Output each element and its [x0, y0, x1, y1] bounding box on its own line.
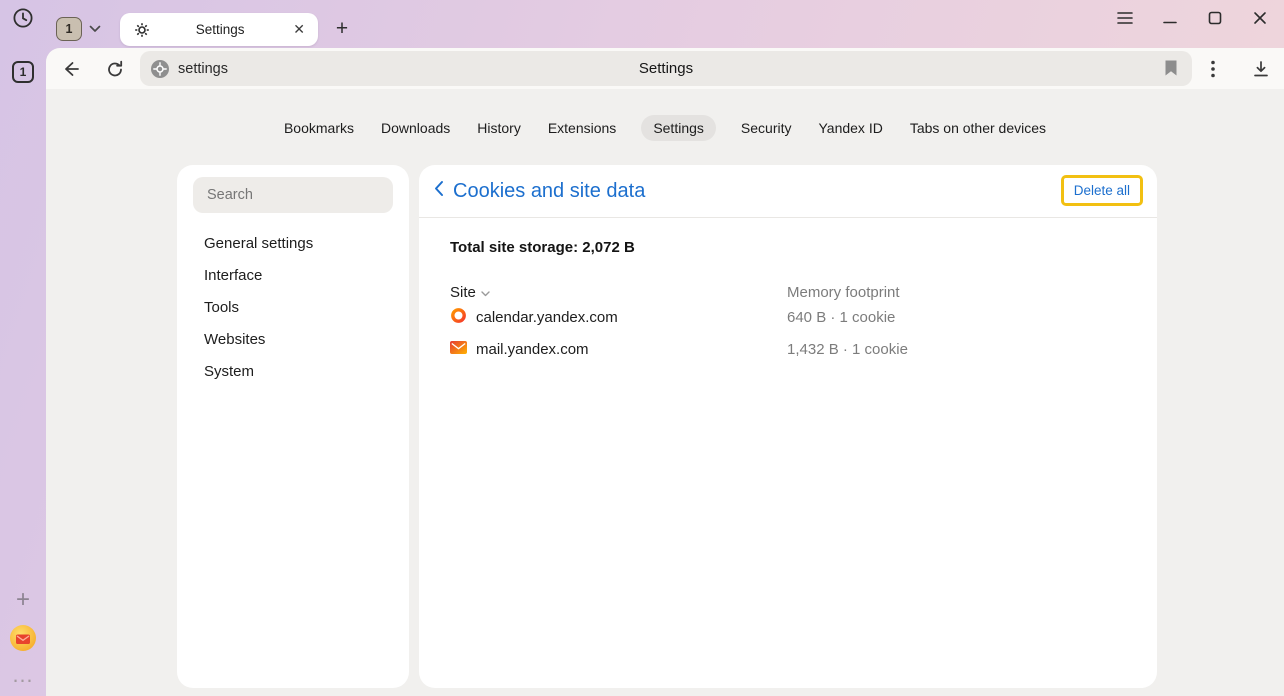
settings-top-nav: Bookmarks Downloads History Extensions S…: [46, 115, 1284, 141]
nav-tabs-other-devices[interactable]: Tabs on other devices: [908, 115, 1048, 141]
back-icon[interactable]: [58, 56, 84, 82]
side-rail: 1 + …: [0, 47, 46, 696]
gear-icon: [134, 22, 150, 38]
nav-downloads[interactable]: Downloads: [379, 115, 452, 141]
page-favicon: [150, 59, 170, 79]
reload-icon[interactable]: [102, 56, 128, 82]
rail-add-icon[interactable]: +: [0, 586, 46, 614]
site-name: calendar.yandex.com: [476, 309, 618, 326]
chevron-left-icon: [434, 180, 444, 202]
cookies-title: Cookies and site data: [453, 180, 645, 203]
sidebar-item-websites[interactable]: Websites: [177, 324, 409, 356]
close-tab-icon[interactable]: ✕: [290, 21, 308, 38]
back-to-settings-link[interactable]: Cookies and site data: [434, 180, 645, 203]
sidebar-item-general-settings[interactable]: General settings: [177, 228, 409, 260]
nav-settings[interactable]: Settings: [641, 115, 716, 141]
sidebar-item-system[interactable]: System: [177, 356, 409, 388]
nav-extensions[interactable]: Extensions: [546, 115, 618, 141]
delete-all-button[interactable]: Delete all: [1061, 175, 1143, 206]
cookies-panel: Cookies and site data Delete all Total s…: [419, 165, 1157, 688]
download-icon[interactable]: [1248, 56, 1274, 82]
minimize-icon[interactable]: [1160, 8, 1180, 28]
nav-history[interactable]: History: [475, 115, 523, 141]
search-box[interactable]: [193, 177, 393, 213]
yandex-mail-icon[interactable]: [9, 624, 37, 652]
address-bar[interactable]: settings Settings: [140, 51, 1192, 86]
tab-title: Settings: [150, 22, 290, 37]
window-controls: [1115, 8, 1270, 28]
sort-chevron-icon: [481, 284, 490, 301]
cookies-panel-body: Total site storage: 2,072 B Site Memory …: [419, 218, 1157, 365]
settings-menu: General settings Interface Tools Website…: [177, 228, 409, 388]
tab-panel-badge[interactable]: 1: [12, 61, 34, 83]
url-text: settings: [178, 61, 228, 77]
site-name: mail.yandex.com: [476, 341, 589, 358]
cookies-panel-header: Cookies and site data Delete all: [419, 165, 1157, 218]
page-title: Settings: [140, 60, 1192, 77]
nav-bookmarks[interactable]: Bookmarks: [282, 115, 356, 141]
memory-footprint: 1,432 B · 1 cookie: [787, 341, 1157, 358]
chevron-down-icon[interactable]: [89, 25, 101, 33]
search-input[interactable]: [207, 187, 379, 203]
memory-footprint: 640 B · 1 cookie: [787, 309, 1157, 326]
memory-column-header: Memory footprint: [787, 284, 1157, 301]
cookie-table: Site Memory footprint: [450, 283, 1157, 365]
cookie-table-header: Site Memory footprint: [450, 283, 1157, 301]
tab-group-badge[interactable]: 1: [56, 17, 82, 41]
table-row[interactable]: calendar.yandex.com 640 B · 1 cookie: [450, 301, 1157, 333]
tab-group: 1: [56, 17, 101, 41]
table-row[interactable]: mail.yandex.com 1,432 B · 1 cookie: [450, 333, 1157, 365]
history-clock-icon[interactable]: [12, 7, 34, 29]
sidebar-item-tools[interactable]: Tools: [177, 292, 409, 324]
browser-chrome: settings Settings Bookmarks: [46, 48, 1284, 696]
new-tab-button[interactable]: +: [329, 15, 355, 43]
tab-settings[interactable]: Settings ✕: [120, 13, 318, 46]
kebab-menu-icon[interactable]: [1200, 56, 1226, 82]
rail-more-icon[interactable]: …: [0, 662, 46, 688]
maximize-icon[interactable]: [1205, 8, 1225, 28]
mail-favicon-icon: [450, 341, 467, 358]
nav-security[interactable]: Security: [739, 115, 794, 141]
close-window-icon[interactable]: [1250, 8, 1270, 28]
bookmark-icon[interactable]: [1164, 59, 1178, 77]
window-menu-icon[interactable]: [1115, 8, 1135, 28]
sidebar-item-interface[interactable]: Interface: [177, 260, 409, 292]
total-site-storage: Total site storage: 2,072 B: [450, 218, 1157, 256]
calendar-favicon-icon: [450, 307, 467, 328]
toolbar: settings Settings: [46, 48, 1284, 89]
site-column-header[interactable]: Site: [450, 284, 787, 301]
settings-page: Bookmarks Downloads History Extensions S…: [46, 89, 1284, 696]
nav-yandex-id[interactable]: Yandex ID: [816, 115, 884, 141]
settings-sidebar-card: General settings Interface Tools Website…: [177, 165, 409, 688]
titlebar: 1 Settings ✕ +: [0, 0, 1284, 47]
